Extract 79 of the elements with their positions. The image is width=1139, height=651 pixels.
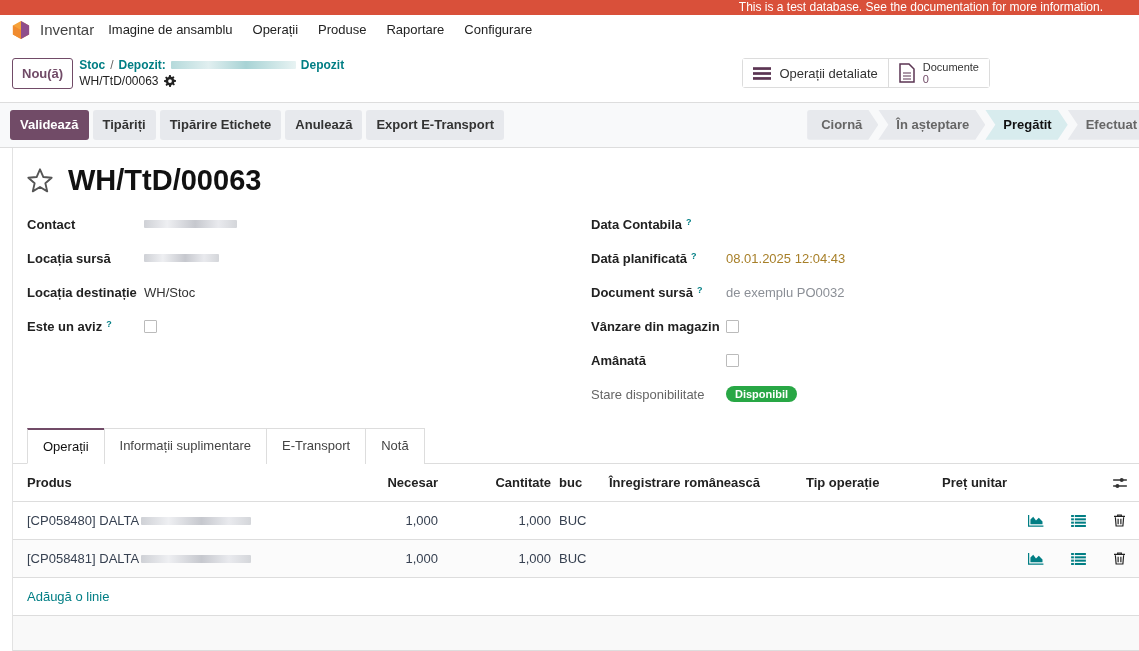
table-cell: 1,000 bbox=[518, 513, 551, 528]
documents-label: Documente bbox=[922, 61, 979, 74]
tab[interactable]: Operații bbox=[27, 428, 105, 464]
breadcrumb-separator: / bbox=[110, 58, 114, 73]
column-header[interactable]: Preț unitar bbox=[942, 475, 1007, 490]
gear-icon[interactable] bbox=[163, 75, 176, 88]
action-button[interactable]: Export E-Transport bbox=[366, 109, 505, 140]
date-value[interactable]: 08.01.2025 12:04:43 bbox=[726, 250, 846, 266]
field-label: Este un aviz bbox=[27, 318, 103, 334]
status-stage[interactable]: Pregătit bbox=[985, 109, 1068, 140]
field-label: Document sursă bbox=[591, 284, 693, 300]
field-label: Dată planificată bbox=[591, 250, 688, 266]
action-button[interactable]: Validează bbox=[10, 109, 89, 140]
action-button[interactable]: Anulează bbox=[285, 109, 363, 140]
field-label: Contact bbox=[27, 216, 76, 232]
tab[interactable]: Notă bbox=[365, 428, 425, 464]
banner-text: This is a test database. See the documentation for more information. bbox=[738, 0, 1103, 15]
menu-item[interactable]: Configurare bbox=[464, 22, 533, 38]
tab[interactable]: Informații suplimentare bbox=[103, 428, 268, 464]
breadcrumb-link[interactable]: Depozit bbox=[300, 58, 345, 73]
status-stage[interactable]: Ciornă bbox=[807, 109, 879, 140]
menu-item[interactable]: Raportare bbox=[386, 22, 445, 38]
help-mark[interactable]: ? bbox=[696, 284, 703, 295]
status-stage[interactable]: Efectuat bbox=[1067, 109, 1139, 140]
documents-count: 0 bbox=[922, 73, 930, 86]
checkbox[interactable] bbox=[726, 353, 739, 367]
field-label: Data Contabila bbox=[591, 216, 682, 232]
column-header[interactable]: Tip operație bbox=[806, 475, 880, 490]
area-chart-icon[interactable] bbox=[1028, 552, 1044, 565]
help-mark[interactable]: ? bbox=[686, 216, 692, 227]
action-button[interactable]: Tipărire Etichete bbox=[159, 109, 282, 140]
status-badge: Disponibil bbox=[726, 386, 798, 402]
status-stage[interactable]: În așteptare bbox=[878, 109, 986, 140]
area-chart-icon[interactable] bbox=[1028, 514, 1044, 527]
menu-item[interactable]: Operații bbox=[252, 22, 299, 38]
record-title: WH/TtD/00063 bbox=[68, 164, 262, 197]
menu-item[interactable]: Produse bbox=[318, 22, 367, 38]
field-label: Vânzare din magazin bbox=[591, 318, 720, 334]
breadcrumb-link[interactable]: Depozit: bbox=[118, 58, 166, 73]
record-name: WH/TtD/00063 bbox=[79, 74, 159, 89]
table-cell: 1,000 bbox=[518, 551, 551, 566]
app-logo-icon[interactable] bbox=[12, 19, 30, 40]
action-button[interactable]: Tipăriți bbox=[92, 109, 156, 140]
star-icon[interactable] bbox=[26, 166, 54, 195]
input-field[interactable]: de exemplu PO0032 bbox=[726, 284, 876, 300]
table-cell: BUC bbox=[559, 551, 587, 566]
new-button[interactable]: Nou(ă) bbox=[12, 57, 74, 89]
table-cell: 1,000 bbox=[405, 551, 438, 566]
add-line-link[interactable]: Adăugă o linie bbox=[27, 589, 110, 604]
table-cell: [CP058481] DALTA bbox=[27, 551, 140, 566]
list-icon bbox=[753, 65, 772, 81]
documents-button[interactable]: Documente 0 bbox=[887, 59, 989, 88]
app-name[interactable]: Inventar bbox=[40, 21, 95, 39]
column-header[interactable]: Cantitate bbox=[495, 475, 551, 490]
checkbox[interactable] bbox=[726, 319, 739, 333]
list-icon[interactable] bbox=[1071, 514, 1086, 527]
document-icon bbox=[898, 63, 915, 84]
field-label: Locația destinație bbox=[27, 284, 137, 300]
table-cell: BUC bbox=[559, 513, 587, 528]
column-settings-icon[interactable] bbox=[1112, 476, 1127, 489]
breadcrumb-link[interactable]: Stoc bbox=[79, 58, 106, 73]
field-label: Amânată bbox=[591, 352, 646, 368]
trash-icon[interactable] bbox=[1114, 514, 1125, 527]
field-value: WH/Stoc bbox=[144, 284, 196, 300]
tab[interactable]: E-Transport bbox=[266, 428, 367, 464]
field-label: Locația sursă bbox=[27, 250, 111, 266]
table-cell: [CP058480] DALTA bbox=[27, 513, 140, 528]
column-header[interactable]: Produs bbox=[27, 475, 72, 490]
column-header[interactable]: Necesar bbox=[387, 475, 438, 490]
list-icon[interactable] bbox=[1071, 552, 1086, 565]
help-mark[interactable]: ? bbox=[691, 250, 697, 261]
checkbox[interactable] bbox=[144, 319, 157, 333]
column-header[interactable]: buc bbox=[559, 475, 583, 490]
field-label: Stare disponibilitate bbox=[591, 386, 705, 402]
trash-icon[interactable] bbox=[1114, 552, 1125, 565]
help-mark[interactable]: ? bbox=[106, 318, 112, 329]
column-header[interactable]: Înregistrare românească bbox=[609, 475, 761, 490]
menu-item[interactable]: Imagine de ansamblu bbox=[108, 22, 233, 38]
table-cell: 1,000 bbox=[405, 513, 438, 528]
